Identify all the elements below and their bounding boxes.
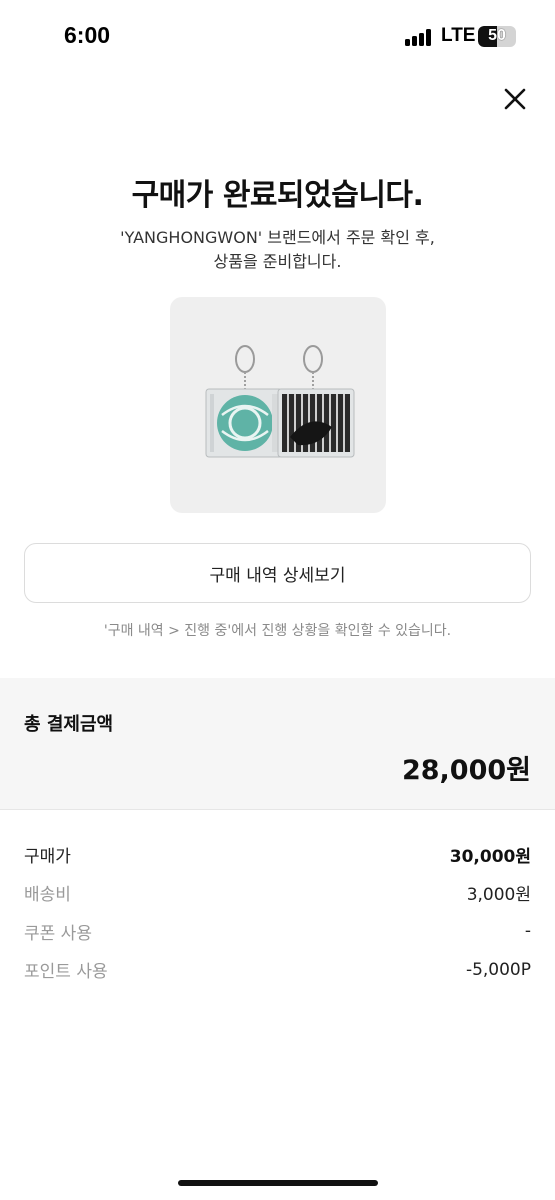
product-image bbox=[170, 297, 386, 513]
keyring-left bbox=[205, 345, 283, 458]
page-title: 구매가 완료되었습니다. bbox=[131, 178, 424, 213]
breakdown-row-shipping: 배송비 3,000원 bbox=[24, 874, 531, 913]
status-time: 6:00 bbox=[64, 22, 111, 48]
subtitle-line-2: 상품을 준비합니다. bbox=[213, 252, 342, 271]
total-payment-value: 28,000원 bbox=[401, 755, 531, 786]
breakdown-row-purchase-price: 구매가 30,000원 bbox=[24, 835, 531, 874]
home-indicator[interactable] bbox=[178, 1180, 378, 1186]
payment-breakdown: 구매가 30,000원 배송비 3,000원 쿠폰 사용 - 포인트 사용 -5… bbox=[24, 835, 531, 989]
breakdown-value: 30,000원 bbox=[449, 846, 531, 867]
breakdown-value: -5,000P bbox=[465, 959, 531, 980]
battery-icon: 50 bbox=[478, 26, 516, 47]
breakdown-value: - bbox=[524, 921, 531, 942]
breakdown-label: 쿠폰 사용 bbox=[24, 923, 92, 944]
network-type: LTE bbox=[441, 25, 476, 46]
keyring-right bbox=[277, 345, 355, 458]
breakdown-row-coupon: 쿠폰 사용 - bbox=[24, 912, 531, 951]
status-bar: 6:00 LTE 50 bbox=[0, 0, 555, 74]
breakdown-row-points: 포인트 사용 -5,000P bbox=[24, 951, 531, 990]
subtitle-line-1: 'YANGHONGWON' 브랜드에서 주문 확인 후, bbox=[120, 228, 435, 247]
page-subtitle: 'YANGHONGWON' 브랜드에서 주문 확인 후, 상품을 준비합니다. bbox=[0, 226, 555, 274]
breakdown-value: 3,000원 bbox=[466, 885, 531, 906]
order-complete-screen: 6:00 LTE 50 구매가 완료되었습니다. 'YANGHONGWON' 브… bbox=[0, 0, 555, 1200]
breakdown-label: 구매가 bbox=[24, 846, 71, 867]
battery-level: 50 bbox=[488, 27, 506, 44]
breakdown-label: 배송비 bbox=[24, 885, 71, 906]
close-button[interactable] bbox=[500, 84, 530, 114]
close-icon bbox=[504, 88, 526, 110]
total-payment-label: 총 결제금액 bbox=[24, 714, 114, 735]
progress-hint-text: '구매 내역 > 진행 중'에서 진행 상황을 확인할 수 있습니다. bbox=[103, 623, 452, 639]
signal-bars-icon bbox=[405, 29, 435, 46]
order-detail-button[interactable]: 구매 내역 상세보기 bbox=[24, 543, 531, 603]
total-payment-section: 총 결제금액 28,000원 bbox=[0, 678, 555, 810]
keyring-product-image bbox=[205, 345, 355, 458]
breakdown-label: 포인트 사용 bbox=[24, 962, 108, 983]
